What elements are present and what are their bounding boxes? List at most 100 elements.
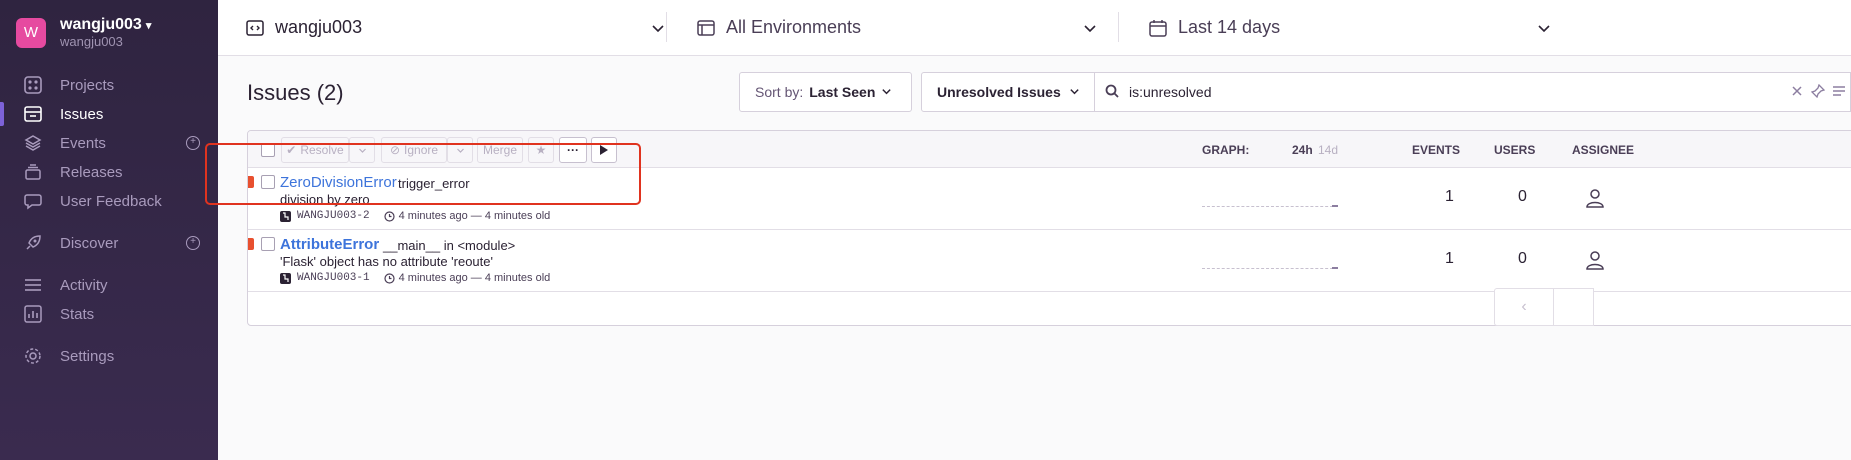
issue-culprit: __main__ in <module> — [383, 238, 516, 253]
activity-icon — [22, 274, 44, 296]
issue-age: 4 minutes ago — 4 minutes old — [398, 210, 551, 222]
row-checkbox[interactable] — [261, 237, 275, 251]
search-icon — [1105, 84, 1119, 101]
select-all-checkbox[interactable] — [261, 143, 275, 157]
org-avatar: W — [16, 17, 46, 48]
sidebar-item-label: Settings — [60, 347, 115, 365]
sidebar-item-activity[interactable]: Activity — [0, 270, 218, 300]
issue-message: division by zero — [280, 192, 370, 207]
more-actions-button[interactable]: ··· — [559, 137, 587, 163]
new-badge-icon: + — [186, 136, 200, 150]
time-range-selector[interactable]: Last 14 days — [1148, 0, 1551, 55]
bookmark-button[interactable]: ★ — [528, 137, 554, 163]
settings-icon — [22, 345, 44, 367]
issues-icon — [22, 103, 44, 125]
close-icon[interactable] — [1790, 84, 1804, 101]
saved-search-label: Unresolved Issues — [937, 84, 1061, 100]
global-header: wangju003 All Environments Last 14 days — [218, 0, 1851, 56]
chevron-down-icon — [1069, 84, 1080, 100]
chevron-down-icon — [881, 84, 892, 100]
environment-label: All Environments — [726, 17, 862, 37]
saved-search-dropdown[interactable]: Unresolved Issues — [921, 72, 1095, 112]
issue-culprit: trigger_error — [398, 176, 470, 191]
new-badge-icon: + — [186, 236, 200, 250]
clock-icon — [384, 210, 395, 222]
time-range-label: Last 14 days — [1178, 17, 1281, 37]
issue-sparkline — [1202, 267, 1338, 269]
sidebar-item-events[interactable]: Events + — [0, 128, 218, 158]
chevron-down-icon — [1083, 19, 1097, 40]
event-count: 1 — [1445, 250, 1454, 267]
sidebar-item-label: Stats — [60, 305, 95, 323]
org-slug: wangju003 — [60, 34, 123, 49]
row-checkbox[interactable] — [261, 175, 275, 189]
chevron-down-icon — [1537, 19, 1551, 40]
sidebar-item-label: User Feedback — [60, 192, 162, 210]
pin-icon[interactable] — [1810, 83, 1826, 101]
header-divider — [666, 12, 667, 42]
table-row[interactable]: ZeroDivisionError trigger_error division… — [248, 168, 1851, 230]
window-icon — [696, 18, 716, 38]
projects-icon — [22, 74, 44, 96]
environment-selector[interactable]: All Environments — [696, 0, 1097, 55]
events-icon — [22, 132, 44, 154]
sidebar-item-user-feedback[interactable]: User Feedback — [0, 186, 218, 216]
table-row[interactable]: AttributeError __main__ in <module> 'Fla… — [248, 230, 1851, 292]
assignee-header: ASSIGNEE — [1572, 143, 1635, 157]
event-count: 1 — [1445, 188, 1454, 205]
sidebar-item-label: Discover — [60, 234, 119, 252]
ignore-icon: ⊘ — [389, 143, 401, 157]
sidebar-item-settings[interactable]: Settings — [0, 341, 218, 371]
sidebar-item-releases[interactable]: Releases — [0, 157, 218, 187]
issue-title-link[interactable]: ZeroDivisionError — [280, 174, 397, 191]
chevron-down-icon — [651, 19, 665, 40]
org-name: wangju003 — [60, 16, 142, 33]
page-title: Issues (2) — [247, 80, 344, 105]
user-count: 0 — [1518, 250, 1527, 267]
user-feedback-icon — [22, 190, 44, 212]
graph-14d-toggle[interactable]: 14d — [1318, 143, 1338, 157]
graph-header: GRAPH: — [1202, 143, 1250, 157]
sidebar-item-label: Projects — [60, 76, 115, 94]
sidebar: W wangju003 ▾ wangju003 Projects Issues E… — [0, 0, 218, 460]
sidebar-item-issues[interactable]: Issues — [0, 99, 218, 129]
search-menu-icon[interactable] — [1833, 84, 1849, 101]
sort-value: Last Seen — [809, 84, 876, 100]
next-page-button[interactable] — [1554, 288, 1594, 326]
calendar-icon — [1148, 18, 1168, 38]
issue-short-id[interactable]: WANGJU003-2 — [297, 210, 370, 222]
issue-short-id[interactable]: WANGJU003-1 — [297, 272, 370, 284]
previous-page-button[interactable]: ‹ — [1494, 288, 1554, 326]
assignee-icon[interactable] — [1585, 188, 1605, 213]
resolve-dropdown-button[interactable] — [349, 137, 375, 163]
code-icon — [245, 18, 265, 38]
org-switcher[interactable]: W wangju003 ▾ wangju003 — [16, 16, 151, 49]
ignore-dropdown-button[interactable] — [447, 137, 473, 163]
users-header: USERS — [1494, 143, 1536, 157]
sidebar-item-projects[interactable]: Projects — [0, 70, 218, 100]
sparkline-bar — [1332, 267, 1338, 269]
issue-title-link[interactable]: AttributeError — [280, 236, 379, 253]
merge-button[interactable]: Merge — [477, 137, 523, 163]
sidebar-item-label: Events — [60, 134, 106, 152]
sidebar-item-stats[interactable]: Stats — [0, 299, 218, 329]
sidebar-item-discover[interactable]: Discover + — [0, 228, 218, 258]
search-input[interactable]: is:unresolved — [1095, 72, 1851, 112]
graph-24h-toggle[interactable]: 24h — [1292, 143, 1313, 157]
events-header: EVENTS — [1412, 143, 1461, 157]
realtime-play-button[interactable] — [591, 137, 617, 163]
sidebar-item-label: Issues — [60, 105, 104, 123]
issue-sparkline — [1202, 205, 1338, 207]
sort-dropdown[interactable]: Sort by: Last Seen — [739, 72, 912, 112]
assignee-icon[interactable] — [1585, 250, 1605, 275]
issues-page: Issues (2) Sort by: Last Seen Unresolved… — [218, 56, 1851, 460]
python-icon — [280, 210, 291, 222]
resolve-button[interactable]: ✔ Resolve — [281, 137, 349, 163]
issue-age: 4 minutes ago — 4 minutes old — [398, 272, 551, 284]
sidebar-item-label: Activity — [60, 276, 108, 294]
header-divider — [1118, 12, 1119, 42]
sort-label: Sort by: — [755, 84, 804, 100]
table-toolbar: ✔ Resolve ⊘ Ignore Merge ★ ··· GRAPH: 24h … — [248, 131, 1851, 168]
project-selector[interactable]: wangju003 — [245, 0, 665, 55]
ignore-button[interactable]: ⊘ Ignore — [381, 137, 447, 163]
